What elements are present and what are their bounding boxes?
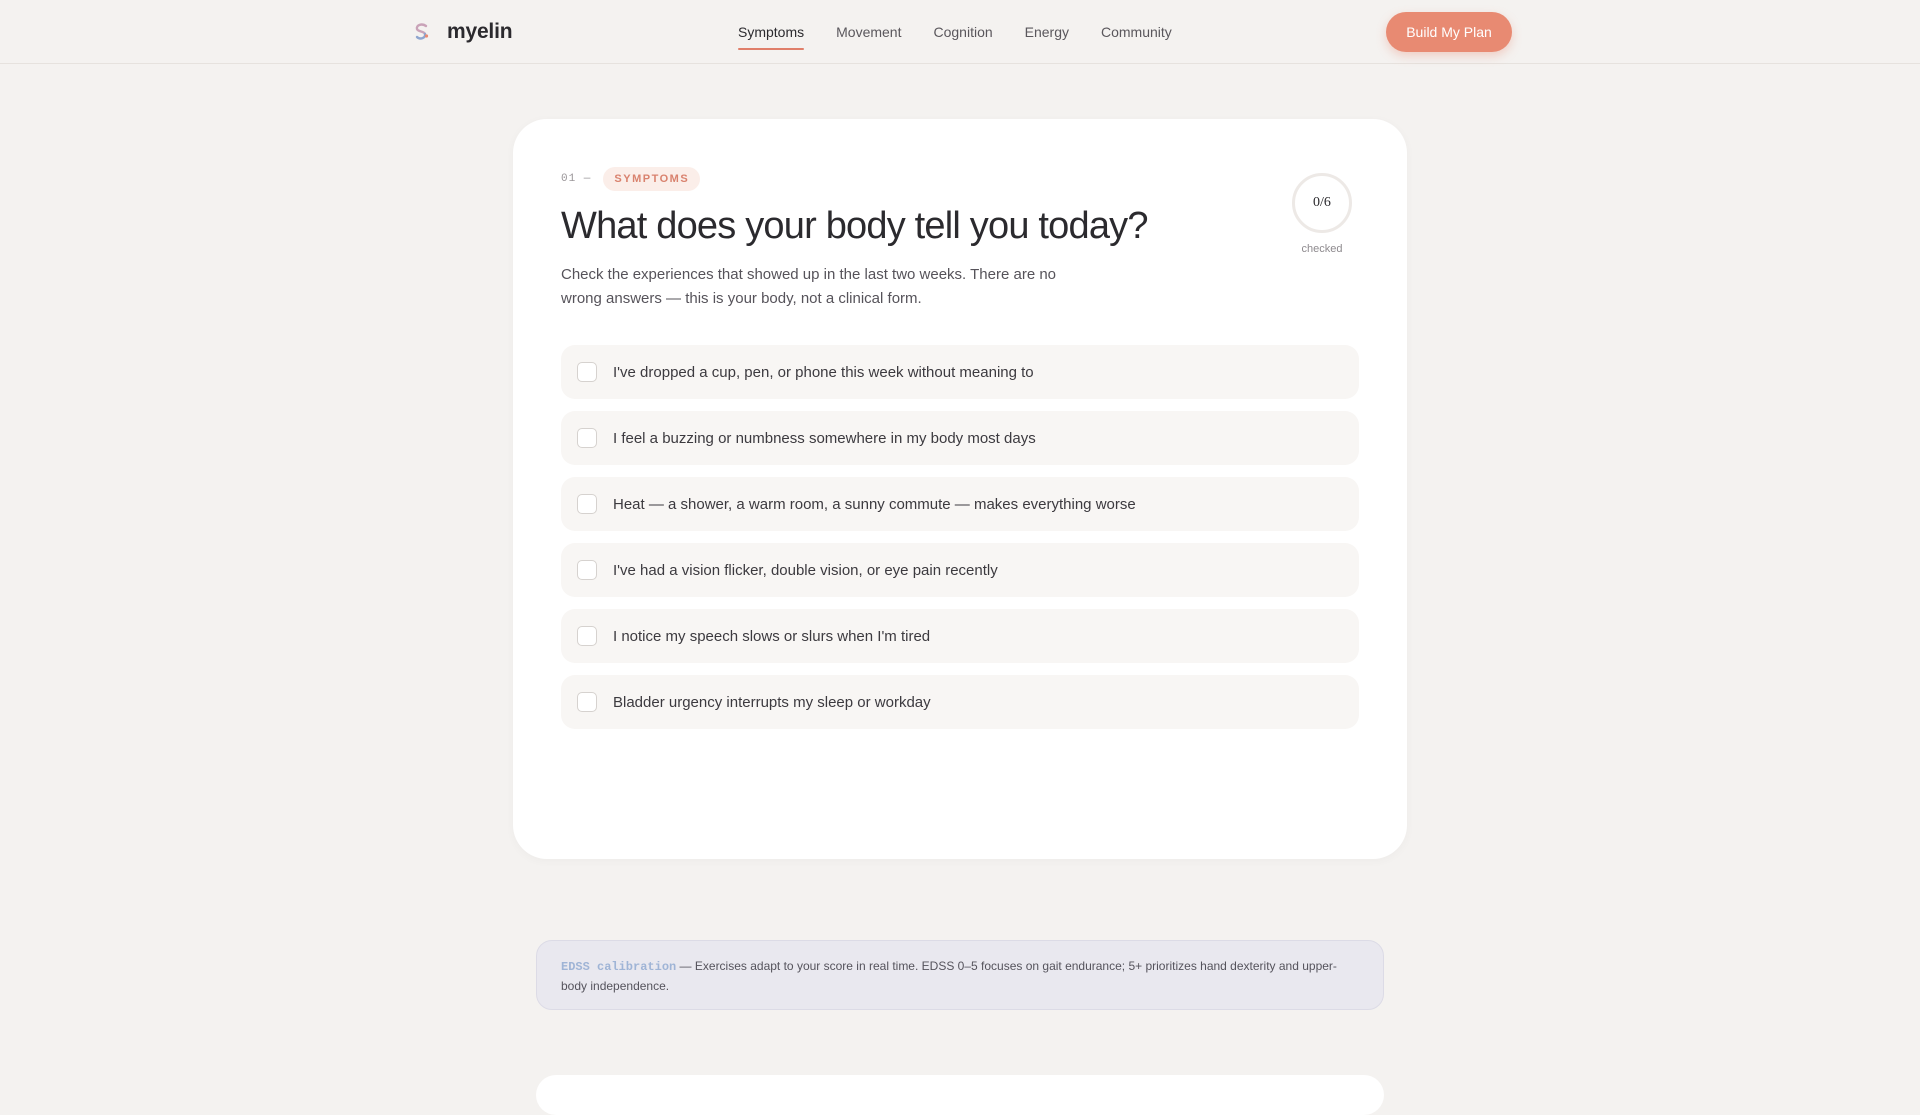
symptom-option-label: I've dropped a cup, pen, or phone this w… xyxy=(613,363,1034,381)
main-nav: Symptoms Movement Cognition Energy Commu… xyxy=(738,0,1172,64)
symptom-checkbox[interactable] xyxy=(577,626,597,646)
symptom-option[interactable]: Bladder urgency interrupts my sleep or w… xyxy=(561,675,1359,729)
progress-ring: 0/6 xyxy=(1292,173,1352,233)
symptom-option-label: I notice my speech slows or slurs when I… xyxy=(613,627,931,645)
symptom-checkbox[interactable] xyxy=(577,494,597,514)
symptom-checkbox[interactable] xyxy=(577,692,597,712)
myelin-logo-icon xyxy=(415,23,429,40)
nav-item-cognition[interactable]: Cognition xyxy=(933,12,992,52)
symptom-option[interactable]: I've dropped a cup, pen, or phone this w… xyxy=(561,345,1359,399)
brand-name: myelin xyxy=(447,20,513,43)
step-eyebrow: 01 — SYMPTOMS xyxy=(561,167,701,191)
top-nav-bar: myelin Symptoms Movement Cognition Energ… xyxy=(0,0,1920,64)
note-text: — Exercises adapt to your score in real … xyxy=(561,959,1337,993)
symptom-option-label: Bladder urgency interrupts my sleep or w… xyxy=(613,693,931,711)
nav-item-symptoms[interactable]: Symptoms xyxy=(738,12,805,52)
brand[interactable]: myelin xyxy=(411,18,513,46)
symptom-option-label: Heat — a shower, a warm room, a sunny co… xyxy=(613,495,1136,513)
progress-label: checked xyxy=(1301,243,1343,255)
page-title: What does your body tell you today? xyxy=(561,205,1149,247)
nav-item-community[interactable]: Community xyxy=(1101,12,1172,52)
symptoms-card: 01 — SYMPTOMS What does your body tell y… xyxy=(513,119,1407,859)
intro-text: Check the experiences that showed up in … xyxy=(561,266,1057,307)
symptom-option[interactable]: I've had a vision flicker, double vision… xyxy=(561,543,1359,597)
symptom-checkbox[interactable] xyxy=(577,362,597,382)
symptom-option-label: I've had a vision flicker, double vision… xyxy=(613,561,998,579)
nav-item-energy[interactable]: Energy xyxy=(1025,12,1069,52)
edss-calibration-note: EDSS calibration — Exercises adapt to yo… xyxy=(536,940,1384,1010)
progress-indicator: 0/6 checked xyxy=(1292,173,1352,255)
nav-item-movement[interactable]: Movement xyxy=(836,12,901,52)
note-key: EDSS calibration xyxy=(561,960,677,974)
build-my-plan-button[interactable]: Build My Plan xyxy=(1386,12,1512,52)
symptom-options: I've dropped a cup, pen, or phone this w… xyxy=(561,345,1359,741)
symptom-checkbox[interactable] xyxy=(577,560,597,580)
next-card-peek xyxy=(536,1075,1384,1115)
symptom-checkbox[interactable] xyxy=(577,428,597,448)
symptom-option[interactable]: I feel a buzzing or numbness somewhere i… xyxy=(561,411,1359,465)
step-tag: SYMPTOMS xyxy=(603,167,701,191)
step-number: 01 — xyxy=(561,173,592,185)
symptom-option[interactable]: Heat — a shower, a warm room, a sunny co… xyxy=(561,477,1359,531)
symptom-option[interactable]: I notice my speech slows or slurs when I… xyxy=(561,609,1359,663)
symptom-option-label: I feel a buzzing or numbness somewhere i… xyxy=(613,429,1036,447)
